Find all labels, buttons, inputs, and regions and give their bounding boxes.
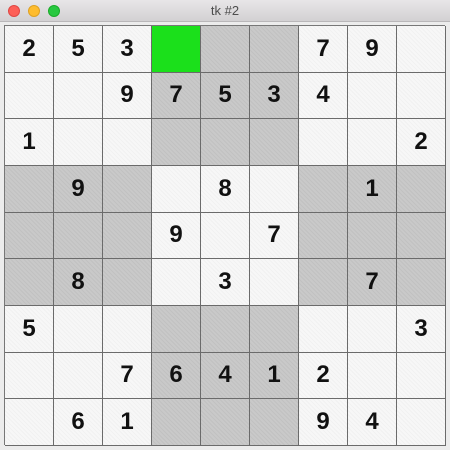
sudoku-cell-r6c2[interactable]: 8 xyxy=(54,259,103,306)
sudoku-cell-r7c7[interactable] xyxy=(299,305,348,353)
sudoku-cell-r3c9[interactable]: 2 xyxy=(397,119,446,166)
sudoku-cell-r9c3[interactable]: 1 xyxy=(103,399,152,446)
sudoku-cell-r8c6[interactable]: 1 xyxy=(250,352,299,400)
sudoku-cell-r4c2[interactable]: 9 xyxy=(54,165,103,213)
app-window: tk #2 2537997534129819783753764126194 xyxy=(0,0,450,450)
sudoku-cell-r6c5[interactable]: 3 xyxy=(201,259,250,306)
sudoku-cell-r4c1[interactable] xyxy=(5,165,54,213)
sudoku-cell-r9c5[interactable] xyxy=(201,399,250,446)
sudoku-cell-r1c2[interactable]: 5 xyxy=(54,26,103,73)
sudoku-cell-r3c2[interactable] xyxy=(54,119,103,166)
sudoku-cell-r6c1[interactable] xyxy=(5,259,54,306)
sudoku-cell-r3c4[interactable] xyxy=(152,119,201,166)
sudoku-cell-r6c8[interactable]: 7 xyxy=(348,259,397,306)
sudoku-cell-r4c4[interactable] xyxy=(152,165,201,213)
sudoku-cell-r4c9[interactable] xyxy=(397,165,446,213)
sudoku-cell-r5c3[interactable] xyxy=(103,212,152,260)
sudoku-cell-r7c2[interactable] xyxy=(54,305,103,353)
sudoku-cell-r9c8[interactable]: 4 xyxy=(348,399,397,446)
sudoku-cell-r5c4[interactable]: 9 xyxy=(152,212,201,260)
sudoku-cell-r7c4[interactable] xyxy=(152,305,201,353)
window-title: tk #2 xyxy=(210,3,240,18)
sudoku-cell-r6c7[interactable] xyxy=(299,259,348,306)
sudoku-cell-r5c8[interactable] xyxy=(348,212,397,260)
sudoku-cell-r3c8[interactable] xyxy=(348,119,397,166)
sudoku-board: 2537997534129819783753764126194 xyxy=(4,25,446,446)
sudoku-cell-r3c3[interactable] xyxy=(103,119,152,166)
sudoku-cell-r6c3[interactable] xyxy=(103,259,152,306)
sudoku-cell-r4c8[interactable]: 1 xyxy=(348,165,397,213)
sudoku-cell-r8c4[interactable]: 6 xyxy=(152,352,201,400)
sudoku-cell-r2c7[interactable]: 4 xyxy=(299,72,348,120)
sudoku-cell-r8c5[interactable]: 4 xyxy=(201,352,250,400)
sudoku-cell-r3c5[interactable] xyxy=(201,119,250,166)
sudoku-cell-r7c5[interactable] xyxy=(201,305,250,353)
title-bar: tk #2 xyxy=(0,0,450,22)
sudoku-cell-r6c6[interactable] xyxy=(250,259,299,306)
sudoku-cell-r7c1[interactable]: 5 xyxy=(5,305,54,353)
sudoku-cell-r1c6[interactable] xyxy=(250,26,299,73)
sudoku-cell-r8c7[interactable]: 2 xyxy=(299,352,348,400)
sudoku-cell-r4c7[interactable] xyxy=(299,165,348,213)
sudoku-cell-r2c8[interactable] xyxy=(348,72,397,120)
sudoku-cell-r1c1[interactable]: 2 xyxy=(5,26,54,73)
sudoku-cell-r2c3[interactable]: 9 xyxy=(103,72,152,120)
sudoku-cell-r1c9[interactable] xyxy=(397,26,446,73)
sudoku-cell-r4c5[interactable]: 8 xyxy=(201,165,250,213)
sudoku-cell-r5c9[interactable] xyxy=(397,212,446,260)
sudoku-cell-r2c4[interactable]: 7 xyxy=(152,72,201,120)
sudoku-cell-r1c5[interactable] xyxy=(201,26,250,73)
sudoku-cell-r1c3[interactable]: 3 xyxy=(103,26,152,73)
sudoku-cell-r6c9[interactable] xyxy=(397,259,446,306)
sudoku-cell-r3c7[interactable] xyxy=(299,119,348,166)
sudoku-cell-r5c2[interactable] xyxy=(54,212,103,260)
sudoku-cell-r1c7[interactable]: 7 xyxy=(299,26,348,73)
sudoku-cell-r1c8[interactable]: 9 xyxy=(348,26,397,73)
sudoku-cell-r5c6[interactable]: 7 xyxy=(250,212,299,260)
sudoku-cell-r7c9[interactable]: 3 xyxy=(397,305,446,353)
sudoku-cell-r1c4[interactable] xyxy=(152,26,201,73)
sudoku-cell-r8c8[interactable] xyxy=(348,352,397,400)
sudoku-cell-r3c1[interactable]: 1 xyxy=(5,119,54,166)
sudoku-cell-r7c6[interactable] xyxy=(250,305,299,353)
sudoku-cell-r8c9[interactable] xyxy=(397,352,446,400)
sudoku-cell-r4c3[interactable] xyxy=(103,165,152,213)
sudoku-cell-r5c1[interactable] xyxy=(5,212,54,260)
sudoku-cell-r9c7[interactable]: 9 xyxy=(299,399,348,446)
sudoku-cell-r9c4[interactable] xyxy=(152,399,201,446)
sudoku-cell-r9c9[interactable] xyxy=(397,399,446,446)
sudoku-cell-r9c1[interactable] xyxy=(5,399,54,446)
sudoku-cell-r9c2[interactable]: 6 xyxy=(54,399,103,446)
sudoku-cell-r3c6[interactable] xyxy=(250,119,299,166)
sudoku-cell-r9c6[interactable] xyxy=(250,399,299,446)
sudoku-cell-r5c7[interactable] xyxy=(299,212,348,260)
sudoku-cell-r2c1[interactable] xyxy=(5,72,54,120)
sudoku-cell-r7c3[interactable] xyxy=(103,305,152,353)
sudoku-cell-r7c8[interactable] xyxy=(348,305,397,353)
sudoku-cell-r2c9[interactable] xyxy=(397,72,446,120)
sudoku-cell-r2c6[interactable]: 3 xyxy=(250,72,299,120)
sudoku-cell-r2c5[interactable]: 5 xyxy=(201,72,250,120)
sudoku-cell-r2c2[interactable] xyxy=(54,72,103,120)
sudoku-cell-r8c1[interactable] xyxy=(5,352,54,400)
sudoku-cell-r8c2[interactable] xyxy=(54,352,103,400)
sudoku-cell-r4c6[interactable] xyxy=(250,165,299,213)
sudoku-cell-r8c3[interactable]: 7 xyxy=(103,352,152,400)
sudoku-cell-r6c4[interactable] xyxy=(152,259,201,306)
sudoku-cell-r5c5[interactable] xyxy=(201,212,250,260)
